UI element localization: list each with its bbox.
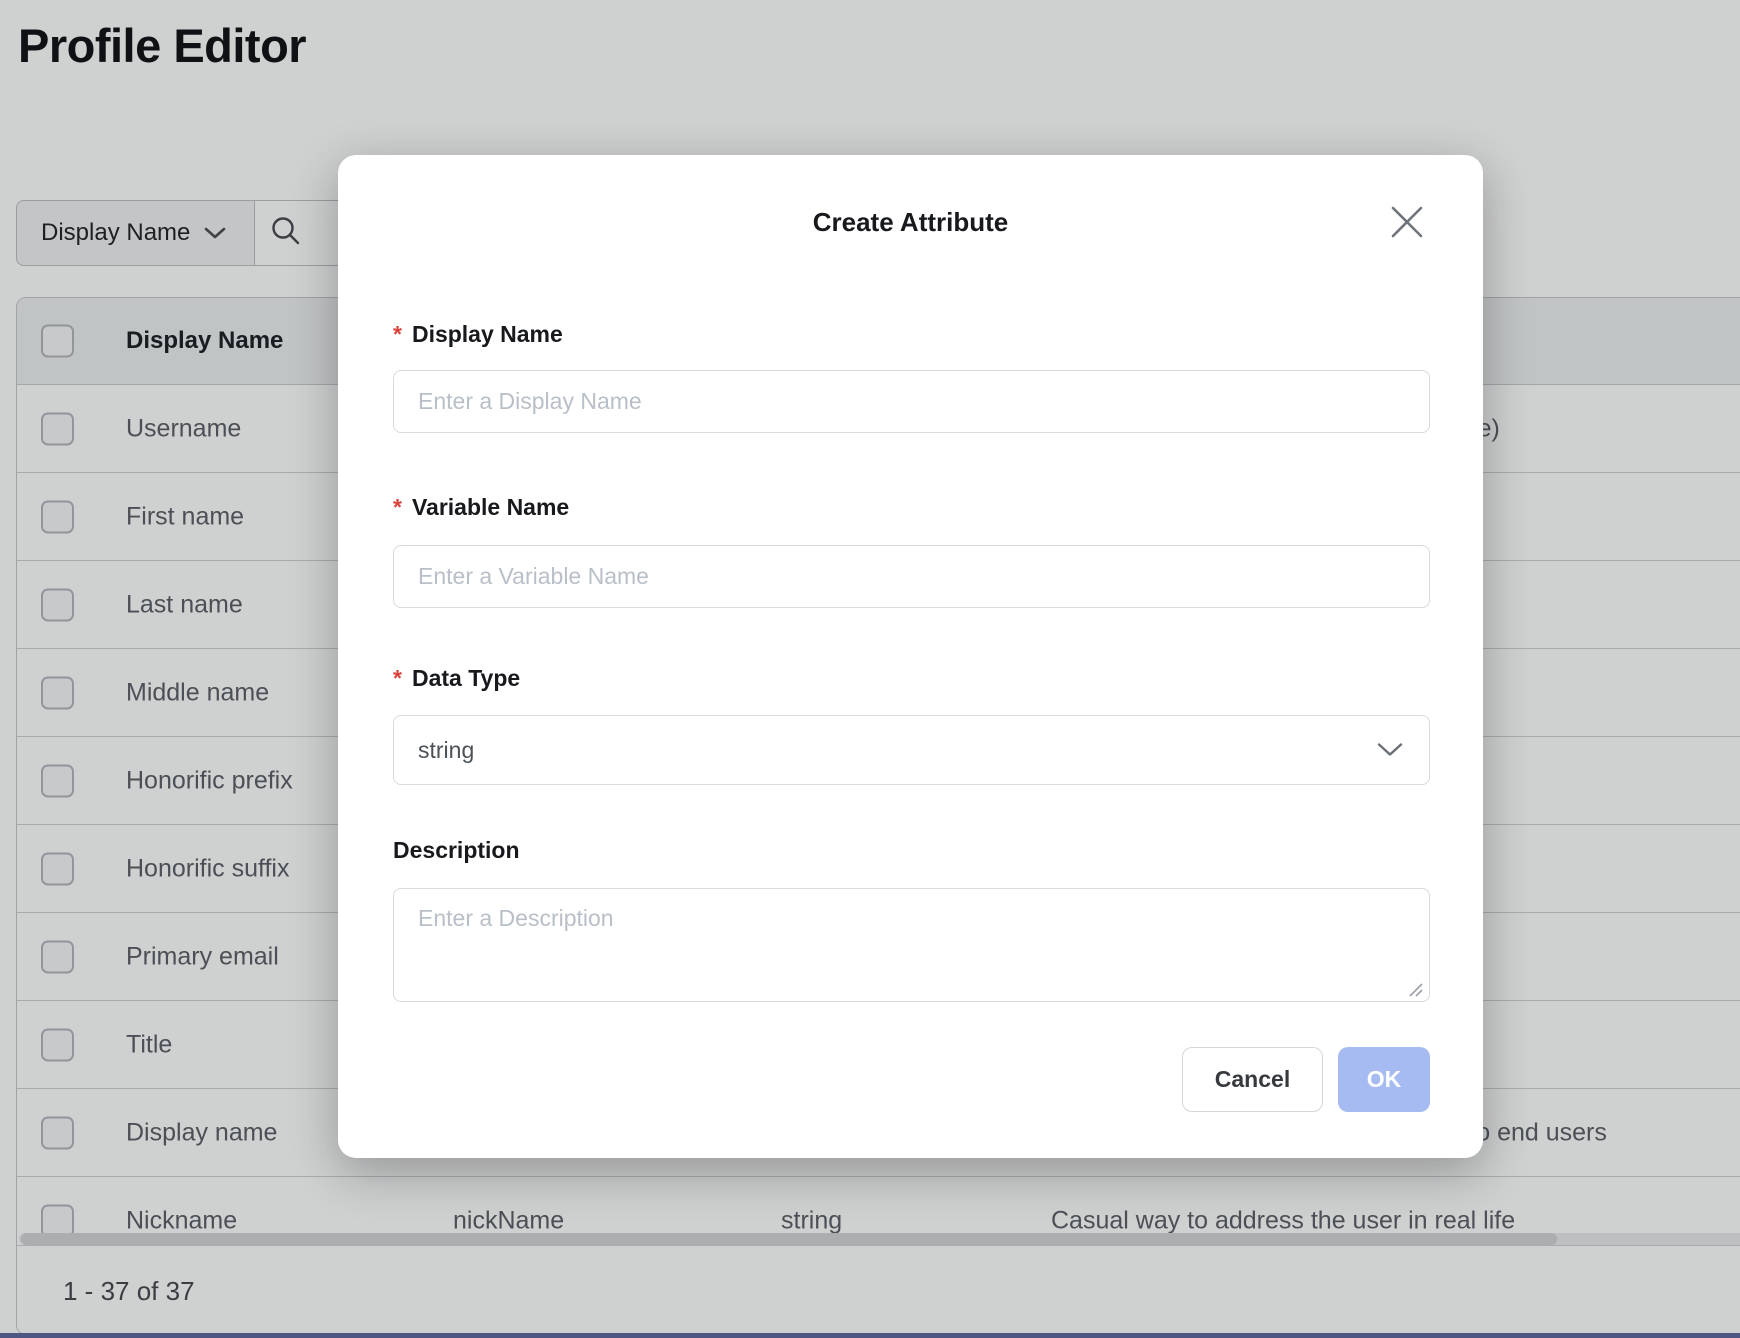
description-textarea[interactable] [393, 888, 1430, 1002]
required-asterisk: * [393, 494, 402, 520]
close-button[interactable] [1388, 205, 1426, 243]
textarea-resize-handle[interactable] [1404, 978, 1424, 998]
close-icon [1389, 204, 1425, 245]
cancel-button[interactable]: Cancel [1182, 1047, 1323, 1112]
data-type-selected-value: string [418, 737, 474, 764]
variable-name-label: *Variable Name [393, 494, 569, 521]
display-name-input[interactable] [393, 370, 1430, 433]
required-asterisk: * [393, 665, 402, 691]
required-asterisk: * [393, 321, 402, 347]
data-type-label: *Data Type [393, 665, 520, 692]
chevron-down-icon [1377, 737, 1403, 764]
variable-name-input[interactable] [393, 545, 1430, 608]
data-type-select[interactable]: string [393, 715, 1430, 785]
create-attribute-modal: Create Attribute *Display Name *Variable… [338, 155, 1483, 1158]
description-label: Description [393, 837, 520, 864]
display-name-label: *Display Name [393, 321, 563, 348]
ok-button[interactable]: OK [1338, 1047, 1430, 1112]
modal-title: Create Attribute [338, 207, 1483, 238]
